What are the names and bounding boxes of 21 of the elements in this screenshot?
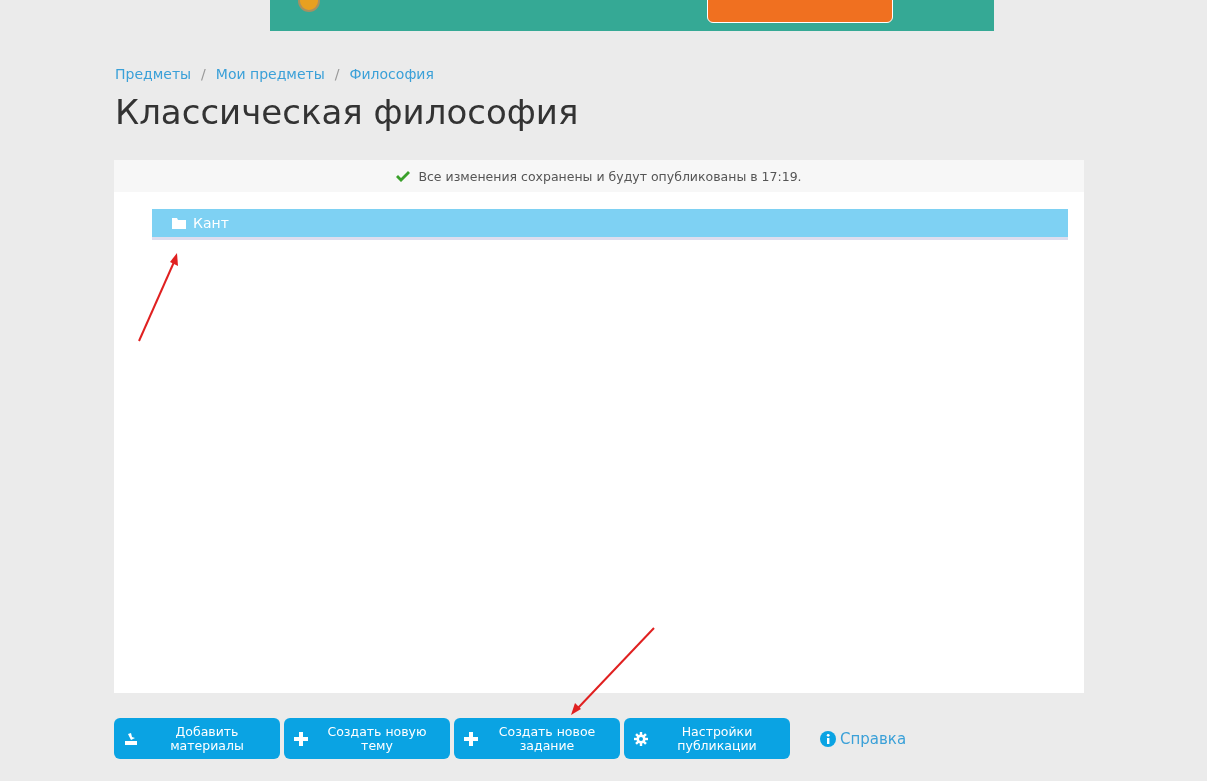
breadcrumb-separator: / (201, 66, 206, 84)
upload-icon (124, 731, 138, 746)
plus-icon (464, 731, 478, 746)
plus-icon (294, 731, 308, 746)
checkmark-icon (396, 170, 411, 182)
help-link[interactable]: Справка (820, 729, 907, 748)
page-title: Классическая философия (115, 92, 580, 132)
status-message: Все изменения сохранены и будут опубликованы в 17:19. (418, 168, 802, 184)
folder-row[interactable]: Кант (152, 209, 1068, 240)
breadcrumb-link[interactable]: Мои предметы (215, 66, 325, 86)
breadcrumb-link[interactable]: Философия (349, 66, 434, 86)
breadcrumb-link[interactable]: Предметы (115, 66, 192, 86)
breadcrumb-separator: / (334, 66, 340, 84)
folder-icon (172, 217, 186, 229)
action-button[interactable]: Создать новую тему (284, 718, 450, 759)
settings-icon (634, 731, 648, 746)
action-button[interactable]: Создать новое задание (454, 718, 620, 759)
action-button[interactable]: Настройки публикации (624, 718, 790, 759)
folder-label: Кант (193, 215, 229, 231)
action-button[interactable]: Добавить материалы (114, 718, 280, 759)
info-icon (820, 730, 836, 747)
